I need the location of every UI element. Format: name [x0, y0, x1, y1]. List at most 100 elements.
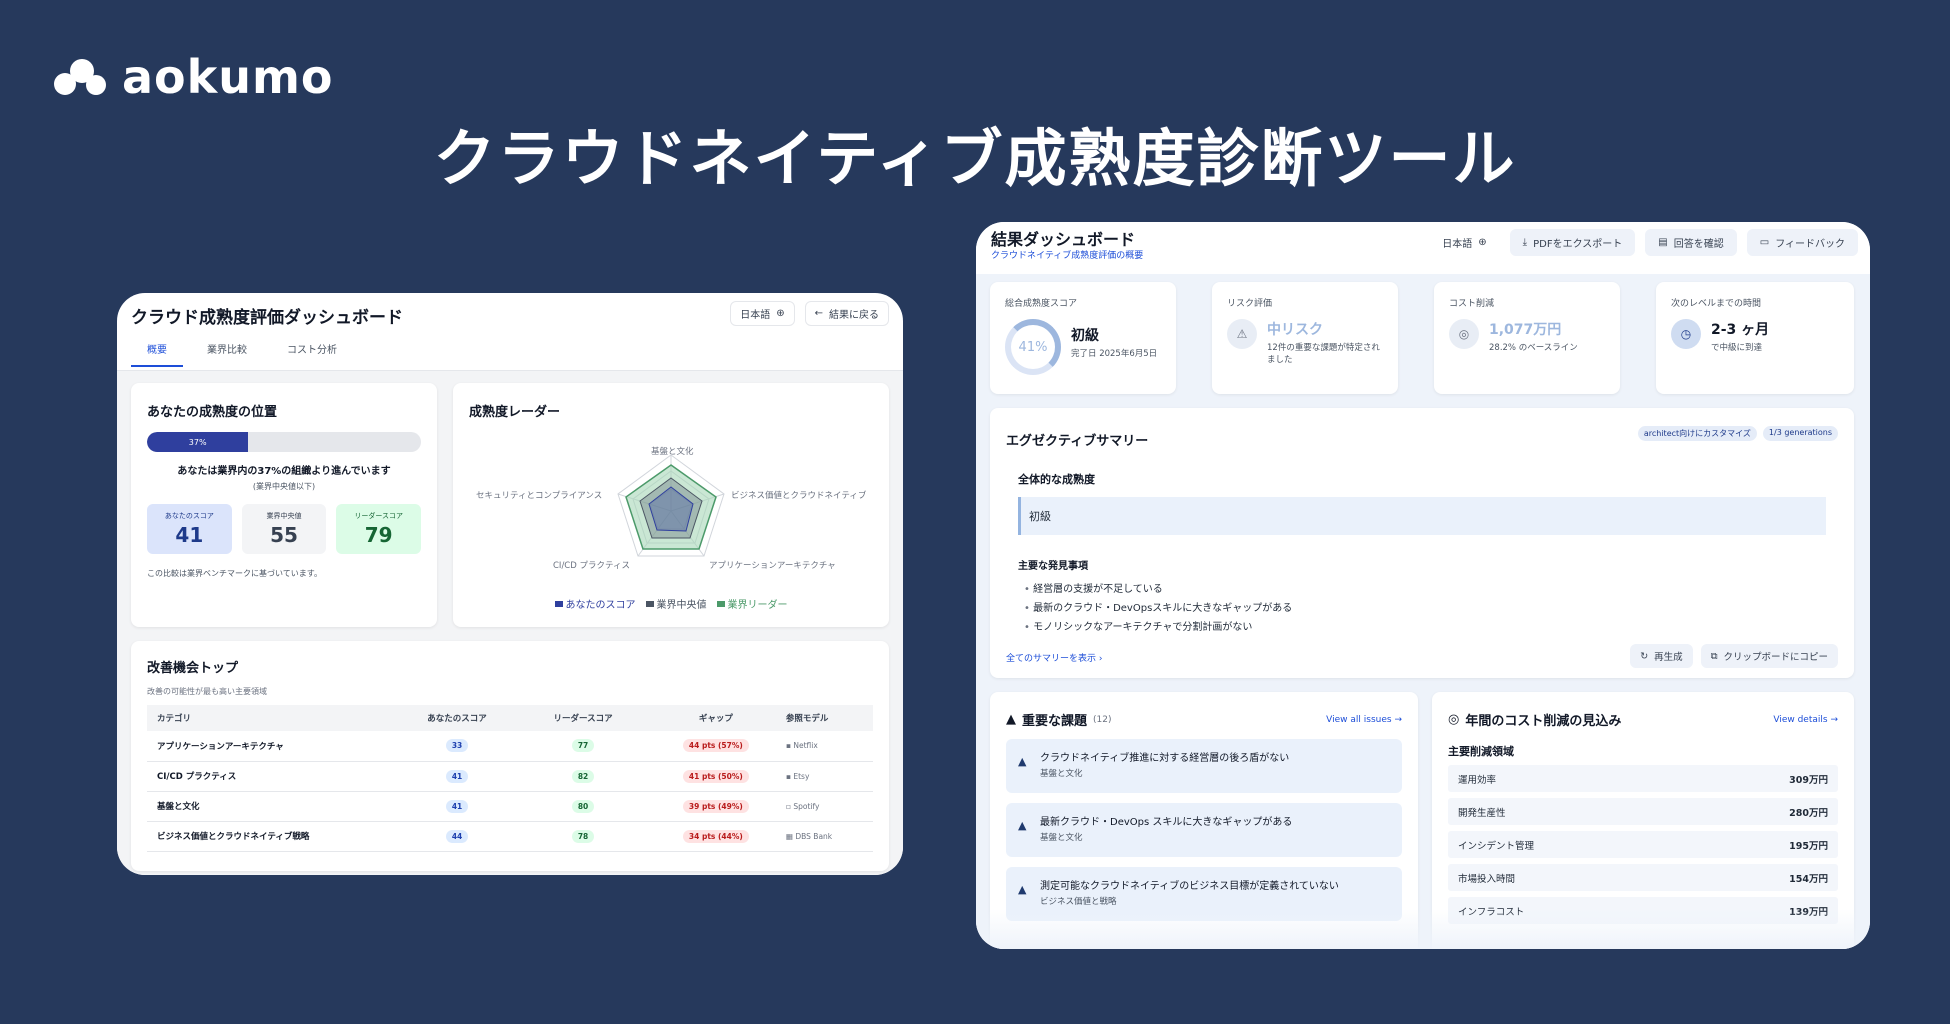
- overall-maturity-value: 初級: [1018, 497, 1826, 535]
- export-pdf-button[interactable]: ⤓ PDFをエクスポート: [1509, 229, 1636, 256]
- position-subtext: (業界中央値以下): [252, 482, 316, 491]
- leader-score-pill: 78: [571, 829, 595, 843]
- percentile-bar: 37%: [147, 432, 421, 452]
- your-score-pill: 33: [445, 739, 469, 753]
- feedback-button[interactable]: ▭ フィードバック: [1746, 229, 1858, 256]
- view-details-link[interactable]: View details →: [1773, 715, 1838, 725]
- left-dashboard-window: クラウド成熟度評価ダッシュボード 日本語 ⊕ ← 結果に戻る 概要 業界比較 コ…: [117, 293, 903, 875]
- warning-icon: ▲: [1018, 883, 1027, 896]
- warning-icon: ▲: [1006, 712, 1016, 727]
- issue-title: 最新クラウド・DevOps スキルに大きなギャップがある: [1040, 817, 1293, 828]
- leader-score-box: リーダースコア 79: [336, 504, 422, 554]
- results-title: 結果ダッシュボード: [991, 230, 1136, 249]
- radar-axis-label: 基盤と文化: [651, 447, 694, 457]
- reference-model: DBS Bank: [795, 831, 833, 841]
- left-header: クラウド成熟度評価ダッシュボード 日本語 ⊕ ← 結果に戻る 概要 業界比較 コ…: [117, 293, 903, 371]
- percentile-fill: 37%: [147, 432, 249, 452]
- maturity-radar-card: 成熟度レーダー 基盤と文化 ビジネス価値とクラウドネイティブ アプリケーションア…: [453, 383, 889, 627]
- findings-list: 経営層の支援が不足している 最新のクラウド・DevOpsスキルに大きなギャップが…: [1024, 580, 1838, 637]
- radar-axis-label: セキュリティとコンプライアンス: [476, 491, 603, 501]
- reference-model: Spotify: [793, 801, 820, 811]
- tab-cost[interactable]: コスト分析: [271, 341, 353, 367]
- regenerate-button[interactable]: ↻ 再生成: [1630, 644, 1693, 668]
- list-item: 最新のクラウド・DevOpsスキルに大きなギャップがある: [1024, 599, 1838, 618]
- review-label: 回答を確認: [1673, 239, 1724, 250]
- score-label: 業界中央値: [266, 512, 302, 520]
- row-category: アプリケーションアーキテクチャ: [147, 731, 394, 762]
- issue-item[interactable]: ▲ クラウドネイティブ推進に対する経営層の後ろ盾がない 基盤と文化: [1006, 739, 1402, 793]
- row-category: 基盤と文化: [147, 791, 394, 822]
- kpi-label: リスク評価: [1227, 299, 1273, 309]
- score-label: あなたのスコア: [164, 512, 214, 520]
- bottom-fade-overlay: [976, 909, 1870, 949]
- review-answers-button[interactable]: ▤ 回答を確認: [1645, 229, 1737, 256]
- cost-value: 280万円: [1789, 807, 1828, 819]
- col-gap: ギャップ: [645, 705, 786, 731]
- language-button[interactable]: 日本語 ⊕: [1429, 229, 1500, 256]
- leader-score-pill: 77: [571, 739, 595, 753]
- back-to-results-button[interactable]: ← 結果に戻る: [804, 301, 889, 326]
- median-score-box: 業界中央値 55: [241, 504, 327, 554]
- list-item: モノリシックなアーキテクチャで分割計画がない: [1024, 618, 1838, 637]
- row-category: CI/CD プラクティス: [147, 761, 394, 792]
- feedback-label: フィードバック: [1775, 239, 1845, 250]
- right-header: 結果ダッシュボード クラウドネイティブ成熟度評価の概要 日本語 ⊕ ⤓ PDFを…: [976, 222, 1870, 274]
- table-row: CI/CD プラクティス 41 82 41 pts (50%) ▪ Etsy: [147, 761, 873, 792]
- arrow-right-icon: →: [1830, 714, 1838, 725]
- chat-icon: ▭: [1759, 237, 1770, 248]
- radar-axis-label: ビジネス価値とクラウドネイティブ: [731, 491, 867, 501]
- your-score-pill: 41: [445, 769, 469, 783]
- kpi-time-card: 次のレベルまでの時間 ◷ 2-3 ヶ月 で中級に到達: [1656, 282, 1854, 394]
- kpi-subtext: 完了日 2025年6月5日: [1071, 349, 1158, 359]
- overall-maturity-heading: 全体的な成熟度: [1018, 473, 1095, 486]
- coin-icon: ◎: [1448, 712, 1460, 727]
- issue-category: 基盤と文化: [1040, 769, 1083, 779]
- table-row: アプリケーションアーキテクチャ 33 77 44 pts (57%) ▪ Net…: [147, 731, 873, 762]
- export-label: PDFをエクスポート: [1533, 239, 1623, 250]
- tab-overview[interactable]: 概要: [131, 341, 183, 367]
- kpi-value: 2-3 ヶ月: [1711, 322, 1770, 338]
- kpi-subtext: 12件の重要な課題が特定されました: [1267, 343, 1380, 365]
- gap-pill: 44 pts (57%): [682, 739, 749, 753]
- cost-value: 309万円: [1789, 774, 1828, 786]
- your-score-box: あなたのスコア 41: [147, 504, 232, 554]
- position-title: あなたの成熟度の位置: [147, 405, 278, 420]
- view-all-issues-link[interactable]: View all issues →: [1326, 715, 1402, 725]
- reference-model: Netflix: [793, 741, 818, 751]
- findings-heading: 主要な発見事項: [1018, 561, 1088, 572]
- copy-clipboard-button[interactable]: ⧉ クリップボードにコピー: [1700, 644, 1838, 668]
- leader-score-pill: 80: [571, 799, 595, 813]
- legend-item-you: あなたのスコア: [554, 596, 636, 611]
- list-item: 経営層の支援が不足している: [1024, 580, 1838, 599]
- kpi-label: 総合成熟度スコア: [1005, 299, 1078, 309]
- copy-label: クリップボードにコピー: [1723, 652, 1828, 663]
- radar-chart: [617, 454, 725, 557]
- language-label: 日本語: [1442, 239, 1473, 250]
- issue-item[interactable]: ▲ 最新クラウド・DevOps スキルに大きなギャップがある 基盤と文化: [1006, 803, 1402, 857]
- arrow-right-icon: →: [1394, 714, 1402, 725]
- left-body: あなたの成熟度の位置 37% あなたは業界内の37%の組織より進んでいます (業…: [117, 371, 903, 875]
- issue-category: ビジネス価値と戦略: [1040, 897, 1117, 907]
- table-row: ビジネス価値とクラウドネイティブ戦略 44 78 34 pts (44%) ▦ …: [147, 821, 873, 852]
- kpi-maturity-card: 総合成熟度スコア 41% 初級 完了日 2025年6月5日: [990, 282, 1176, 394]
- improvement-subtitle: 改善の可能性が最も高い主要領域: [147, 687, 267, 696]
- issue-category: 基盤と文化: [1040, 833, 1083, 843]
- warning-icon: ▲: [1018, 755, 1027, 768]
- col-category: カテゴリ: [147, 705, 394, 731]
- chevron-right-icon: ›: [1098, 654, 1103, 664]
- col-your-score: あなたのスコア: [393, 705, 521, 731]
- kpi-value: 中リスク: [1267, 322, 1323, 338]
- language-button[interactable]: 日本語 ⊕: [730, 301, 795, 326]
- coin-icon: ◎: [1449, 319, 1479, 349]
- issues-title: 重要な課題: [1022, 714, 1088, 729]
- show-all-summary-link[interactable]: 全てのサマリーを表示 ›: [1006, 651, 1103, 664]
- gap-pill: 39 pts (49%): [682, 799, 749, 813]
- tab-industry[interactable]: 業界比較: [191, 341, 263, 367]
- kpi-risk-card: リスク評価 ⚠ 中リスク 12件の重要な課題が特定されました: [1212, 282, 1398, 394]
- kpi-value: 1,077万円: [1489, 322, 1562, 338]
- kpi-label: コスト削減: [1449, 299, 1495, 309]
- improvement-card: 改善機会トップ 改善の可能性が最も高い主要領域 カテゴリ あなたのスコア リーダ…: [131, 641, 889, 871]
- cost-areas-heading: 主要削減領域: [1448, 745, 1514, 758]
- clock-icon: ◷: [1671, 319, 1701, 349]
- document-icon: ▤: [1658, 237, 1668, 248]
